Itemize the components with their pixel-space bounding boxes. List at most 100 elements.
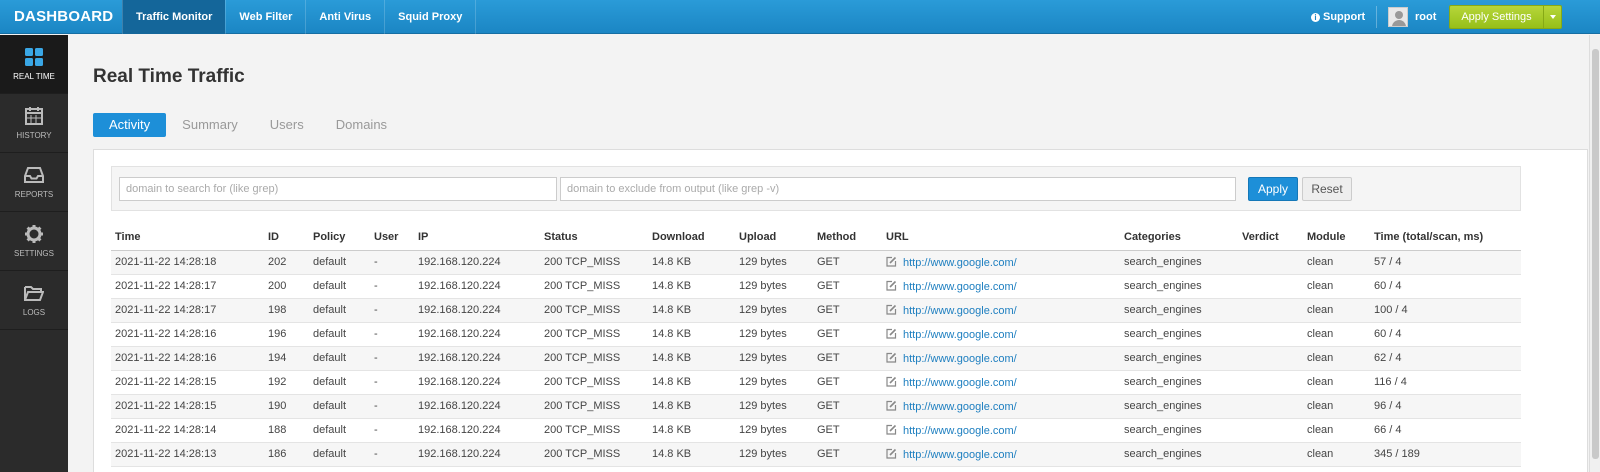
column-header[interactable]: User (370, 225, 414, 251)
tab-users[interactable]: Users (254, 113, 320, 137)
edit-icon[interactable] (886, 400, 897, 411)
tab-summary[interactable]: Summary (166, 113, 254, 137)
table-cell: clean (1303, 322, 1370, 347)
table-cell (1238, 322, 1303, 347)
table-cell: GET (813, 394, 882, 419)
nav-anti-virus[interactable]: Anti Virus (305, 0, 384, 34)
column-header[interactable]: Policy (309, 225, 370, 251)
table-cell: - (370, 250, 414, 275)
page-scrollbar[interactable] (1589, 35, 1600, 472)
table-cell: - (370, 298, 414, 323)
table-cell: 190 (264, 394, 309, 419)
column-header[interactable]: Upload (735, 225, 813, 251)
edit-icon[interactable] (886, 424, 897, 435)
sidebar-item-reports[interactable]: REPORTS (0, 153, 68, 212)
table-cell: search_engines (1120, 370, 1238, 395)
table-cell (1238, 442, 1303, 467)
edit-icon[interactable] (886, 376, 897, 387)
table-cell: GET (813, 442, 882, 467)
table-cell (1238, 394, 1303, 419)
table-cell: 192.168.120.224 (414, 250, 540, 275)
scrollbar-thumb[interactable] (1592, 49, 1599, 459)
exclude-input[interactable] (560, 177, 1236, 201)
nav-traffic-monitor[interactable]: Traffic Monitor (122, 0, 226, 34)
search-input[interactable] (119, 177, 557, 201)
table-cell: 14.8 KB (648, 394, 735, 419)
table-cell: http://www.google.com/ (882, 298, 1120, 323)
table-cell: 2021-11-22 14:28:16 (111, 346, 264, 371)
table-cell: GET (813, 274, 882, 299)
edit-icon[interactable] (886, 256, 897, 267)
apply-button[interactable]: Apply (1248, 177, 1298, 201)
url-link[interactable]: http://www.google.com/ (903, 449, 1017, 461)
nav-squid-proxy[interactable]: Squid Proxy (384, 0, 477, 34)
table-cell: http://www.google.com/ (882, 370, 1120, 395)
reset-button[interactable]: Reset (1302, 177, 1352, 201)
page-title: Real Time Traffic (93, 66, 245, 87)
table-cell: search_engines (1120, 418, 1238, 443)
sidebar: REAL TIME HISTORY REPORTS SETTINGS LOGS (0, 35, 68, 472)
table-cell: clean (1303, 274, 1370, 299)
sidebar-item-history[interactable]: HISTORY (0, 94, 68, 153)
table-cell: 14.8 KB (648, 250, 735, 275)
column-header[interactable]: ID (264, 225, 309, 251)
url-link[interactable]: http://www.google.com/ (903, 425, 1017, 437)
column-header[interactable]: URL (882, 225, 1120, 251)
traffic-table: Time ID Policy User IP Status Download U… (111, 225, 1521, 467)
user-menu[interactable]: root (1388, 0, 1436, 34)
column-header[interactable]: Time (111, 225, 264, 251)
url-link[interactable]: http://www.google.com/ (903, 401, 1017, 413)
url-link[interactable]: http://www.google.com/ (903, 377, 1017, 389)
column-header[interactable]: Status (540, 225, 648, 251)
column-header[interactable]: Categories (1120, 225, 1238, 251)
url-link[interactable]: http://www.google.com/ (903, 329, 1017, 341)
support-link[interactable]: i Support (1311, 0, 1365, 34)
tab-domains[interactable]: Domains (320, 113, 403, 137)
column-header[interactable]: IP (414, 225, 540, 251)
column-header[interactable]: Module (1303, 225, 1370, 251)
table-cell: search_engines (1120, 298, 1238, 323)
table-cell: 129 bytes (735, 250, 813, 275)
table-cell: search_engines (1120, 274, 1238, 299)
table-row: 2021-11-22 14:28:15 192 default -192.168.12… (111, 370, 1521, 395)
table-cell: default (309, 250, 370, 275)
edit-icon[interactable] (886, 352, 897, 363)
column-header[interactable]: Method (813, 225, 882, 251)
table-cell: 200 TCP_MISS (540, 346, 648, 371)
url-link[interactable]: http://www.google.com/ (903, 257, 1017, 269)
table-cell: 345 / 189 (1370, 442, 1521, 467)
sidebar-item-label: REAL TIME (13, 72, 55, 81)
table-row: 2021-11-22 14:28:16 196 default -192.168.12… (111, 322, 1521, 347)
edit-icon[interactable] (886, 280, 897, 291)
column-header[interactable]: Time (total/scan, ms) (1370, 225, 1521, 251)
tab-activity[interactable]: Activity (93, 113, 167, 137)
sidebar-item-logs[interactable]: LOGS (0, 271, 68, 330)
brand-logo[interactable]: DASHBOARD (0, 0, 122, 34)
edit-icon[interactable] (886, 304, 897, 315)
url-link[interactable]: http://www.google.com/ (903, 305, 1017, 317)
table-cell: default (309, 394, 370, 419)
nav-web-filter[interactable]: Web Filter (225, 0, 305, 34)
table-cell: 192.168.120.224 (414, 298, 540, 323)
table-cell: http://www.google.com/ (882, 322, 1120, 347)
topbar-divider (1376, 6, 1377, 28)
edit-icon[interactable] (886, 328, 897, 339)
sidebar-item-settings[interactable]: SETTINGS (0, 212, 68, 271)
column-header[interactable]: Verdict (1238, 225, 1303, 251)
table-cell: 129 bytes (735, 298, 813, 323)
table-cell: 198 (264, 298, 309, 323)
table-cell: 129 bytes (735, 274, 813, 299)
table-cell: 14.8 KB (648, 442, 735, 467)
table-cell: search_engines (1120, 394, 1238, 419)
table-cell: GET (813, 418, 882, 443)
table-row: 2021-11-22 14:28:14 188 default -192.168.12… (111, 418, 1521, 443)
url-link[interactable]: http://www.google.com/ (903, 281, 1017, 293)
sidebar-item-real-time[interactable]: REAL TIME (0, 35, 68, 94)
table-cell: - (370, 274, 414, 299)
url-link[interactable]: http://www.google.com/ (903, 353, 1017, 365)
edit-icon[interactable] (886, 448, 897, 459)
chevron-down-icon[interactable] (1543, 6, 1561, 28)
column-header[interactable]: Download (648, 225, 735, 251)
table-cell: 66 / 4 (1370, 418, 1521, 443)
apply-settings-button[interactable]: Apply Settings (1449, 5, 1562, 29)
